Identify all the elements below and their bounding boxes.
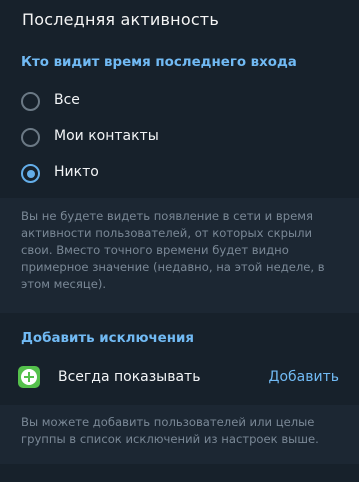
always-show-row[interactable]: Всегда показывать Добавить <box>0 363 359 393</box>
add-exception-button[interactable]: Добавить <box>269 369 339 385</box>
option-my-contacts[interactable]: Мои контакты <box>0 120 359 156</box>
radio-checked-icon[interactable] <box>21 164 40 183</box>
option-label: Никто <box>54 164 99 180</box>
page-title: Последняя активность <box>22 10 219 29</box>
exceptions-note-box: Вы можете добавить пользователей или цел… <box>0 405 359 464</box>
option-label: Мои контакты <box>54 128 159 144</box>
visibility-note: Вы не будете видеть появление в сети и в… <box>21 209 325 291</box>
exceptions-note: Вы можете добавить пользователей или цел… <box>21 415 319 446</box>
visibility-note-box: Вы не будете видеть появление в сети и в… <box>0 198 359 313</box>
radio-unchecked-icon[interactable] <box>21 128 40 147</box>
add-user-plus-icon <box>18 366 40 388</box>
option-label: Все <box>54 92 80 108</box>
last-seen-panel: Последняя активность Кто видит время пос… <box>0 0 359 198</box>
option-everybody[interactable]: Все <box>0 84 359 120</box>
exceptions-section-header: Добавить исключения <box>21 331 194 346</box>
radio-unchecked-icon[interactable] <box>21 92 40 111</box>
option-nobody[interactable]: Никто <box>0 156 359 192</box>
always-show-label: Всегда показывать <box>58 369 201 385</box>
visibility-section-header: Кто видит время последнего входа <box>21 55 297 70</box>
bottom-panel <box>0 464 359 482</box>
